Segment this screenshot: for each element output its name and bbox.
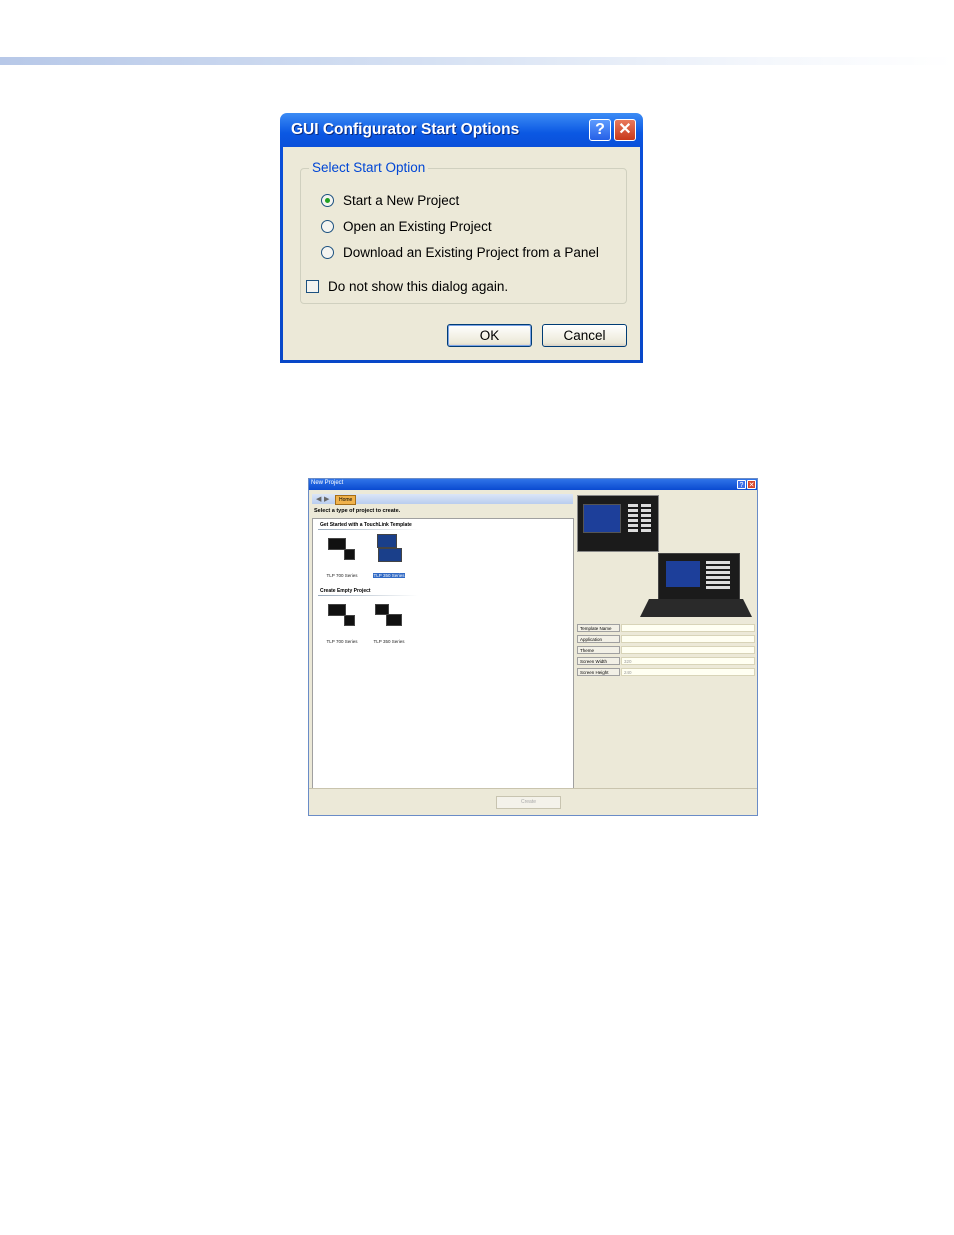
property-row: Screen Height 240 bbox=[577, 668, 755, 676]
tlp700-device-icon bbox=[321, 536, 363, 564]
property-value: 320 bbox=[621, 657, 755, 665]
new-project-dialog: New Project ? ✕ ◀ ▶ Home Select a type o… bbox=[308, 478, 758, 816]
empty-tlp700-tile[interactable]: TLP 700 Series bbox=[321, 602, 363, 648]
close-icon[interactable]: ✕ bbox=[747, 480, 756, 489]
radio-open-existing-project[interactable]: Open an Existing Project bbox=[321, 217, 492, 235]
radio-button[interactable] bbox=[321, 193, 334, 207]
property-row: Application bbox=[577, 635, 755, 643]
start-options-dialog: GUI Configurator Start Options ? ✕ Selec… bbox=[280, 113, 643, 363]
property-value: 240 bbox=[621, 668, 755, 676]
close-icon[interactable]: ✕ bbox=[614, 119, 636, 141]
checkbox-label: Do not show this dialog again. bbox=[328, 279, 509, 294]
property-value bbox=[621, 624, 755, 632]
property-row: Template Name bbox=[577, 624, 755, 632]
property-key: Template Name bbox=[577, 624, 620, 632]
page-header-bar bbox=[0, 57, 954, 65]
ok-button[interactable]: OK bbox=[447, 324, 532, 347]
tlp700-preview-image bbox=[577, 495, 659, 552]
tile-label: TLP 350 Series bbox=[372, 573, 406, 578]
property-row: Theme bbox=[577, 646, 755, 654]
dialog-title: New Project bbox=[311, 480, 344, 486]
template-tlp700-tile[interactable]: TLP 700 Series bbox=[321, 536, 363, 582]
tlp350-device-icon bbox=[368, 602, 410, 630]
dialog-body: Select Start Option Start a New Project … bbox=[283, 147, 640, 360]
cancel-button[interactable]: Cancel bbox=[542, 324, 627, 347]
tlp350-device-icon bbox=[368, 532, 410, 564]
create-button[interactable]: Create bbox=[496, 796, 561, 809]
section-divider bbox=[318, 529, 418, 530]
property-value bbox=[621, 646, 755, 654]
property-key: Screen Height bbox=[577, 668, 620, 676]
empty-tlp350-tile[interactable]: TLP 350 Series bbox=[368, 602, 410, 648]
radio-label: Start a New Project bbox=[343, 192, 460, 208]
template-section-heading: Get Started with a TouchLink Template bbox=[320, 522, 412, 528]
help-icon[interactable]: ? bbox=[589, 119, 611, 141]
home-breadcrumb[interactable]: Home bbox=[335, 495, 357, 505]
group-label: Select Start Option bbox=[309, 160, 429, 175]
tile-label: TLP 350 Series bbox=[373, 639, 405, 644]
radio-button[interactable] bbox=[321, 219, 334, 233]
forward-arrow-icon[interactable]: ▶ bbox=[324, 495, 329, 503]
property-value bbox=[621, 635, 755, 643]
prompt-text: Select a type of project to create. bbox=[314, 508, 401, 514]
tile-label: TLP 700 Series bbox=[326, 573, 358, 578]
radio-download-from-panel[interactable]: Download an Existing Project from a Pane… bbox=[321, 243, 599, 261]
radio-start-new-project[interactable]: Start a New Project bbox=[321, 191, 459, 209]
dont-show-checkbox-row[interactable]: Do not show this dialog again. bbox=[306, 279, 508, 294]
tlp700-device-icon bbox=[321, 602, 363, 630]
radio-label: Download an Existing Project from a Pane… bbox=[343, 244, 599, 260]
start-option-group: Select Start Option Start a New Project … bbox=[300, 160, 627, 304]
navigation-bar: ◀ ▶ Home bbox=[312, 494, 573, 505]
dont-show-checkbox[interactable] bbox=[306, 280, 319, 293]
section-divider bbox=[318, 595, 418, 596]
tile-label: TLP 700 Series bbox=[326, 639, 358, 644]
property-key: Screen Width bbox=[577, 657, 620, 665]
dialog-titlebar[interactable]: GUI Configurator Start Options ? ✕ bbox=[283, 113, 640, 147]
radio-button[interactable] bbox=[321, 245, 334, 259]
tlp350-preview-image bbox=[640, 553, 755, 618]
divider bbox=[309, 788, 757, 789]
radio-label: Open an Existing Project bbox=[343, 218, 492, 234]
dialog-titlebar[interactable]: New Project ? ✕ bbox=[309, 479, 757, 490]
empty-section-heading: Create Empty Project bbox=[320, 588, 371, 594]
property-key: Application bbox=[577, 635, 620, 643]
preview-pane: Template Name Application Theme Screen W… bbox=[575, 493, 756, 788]
property-key: Theme bbox=[577, 646, 620, 654]
dialog-title: GUI Configurator Start Options bbox=[291, 121, 520, 138]
back-arrow-icon[interactable]: ◀ bbox=[316, 495, 321, 503]
help-icon[interactable]: ? bbox=[737, 480, 746, 489]
project-type-list: Get Started with a TouchLink Template TL… bbox=[312, 518, 574, 789]
property-row: Screen Width 320 bbox=[577, 657, 755, 665]
template-tlp350-tile[interactable]: TLP 350 Series bbox=[368, 532, 410, 582]
